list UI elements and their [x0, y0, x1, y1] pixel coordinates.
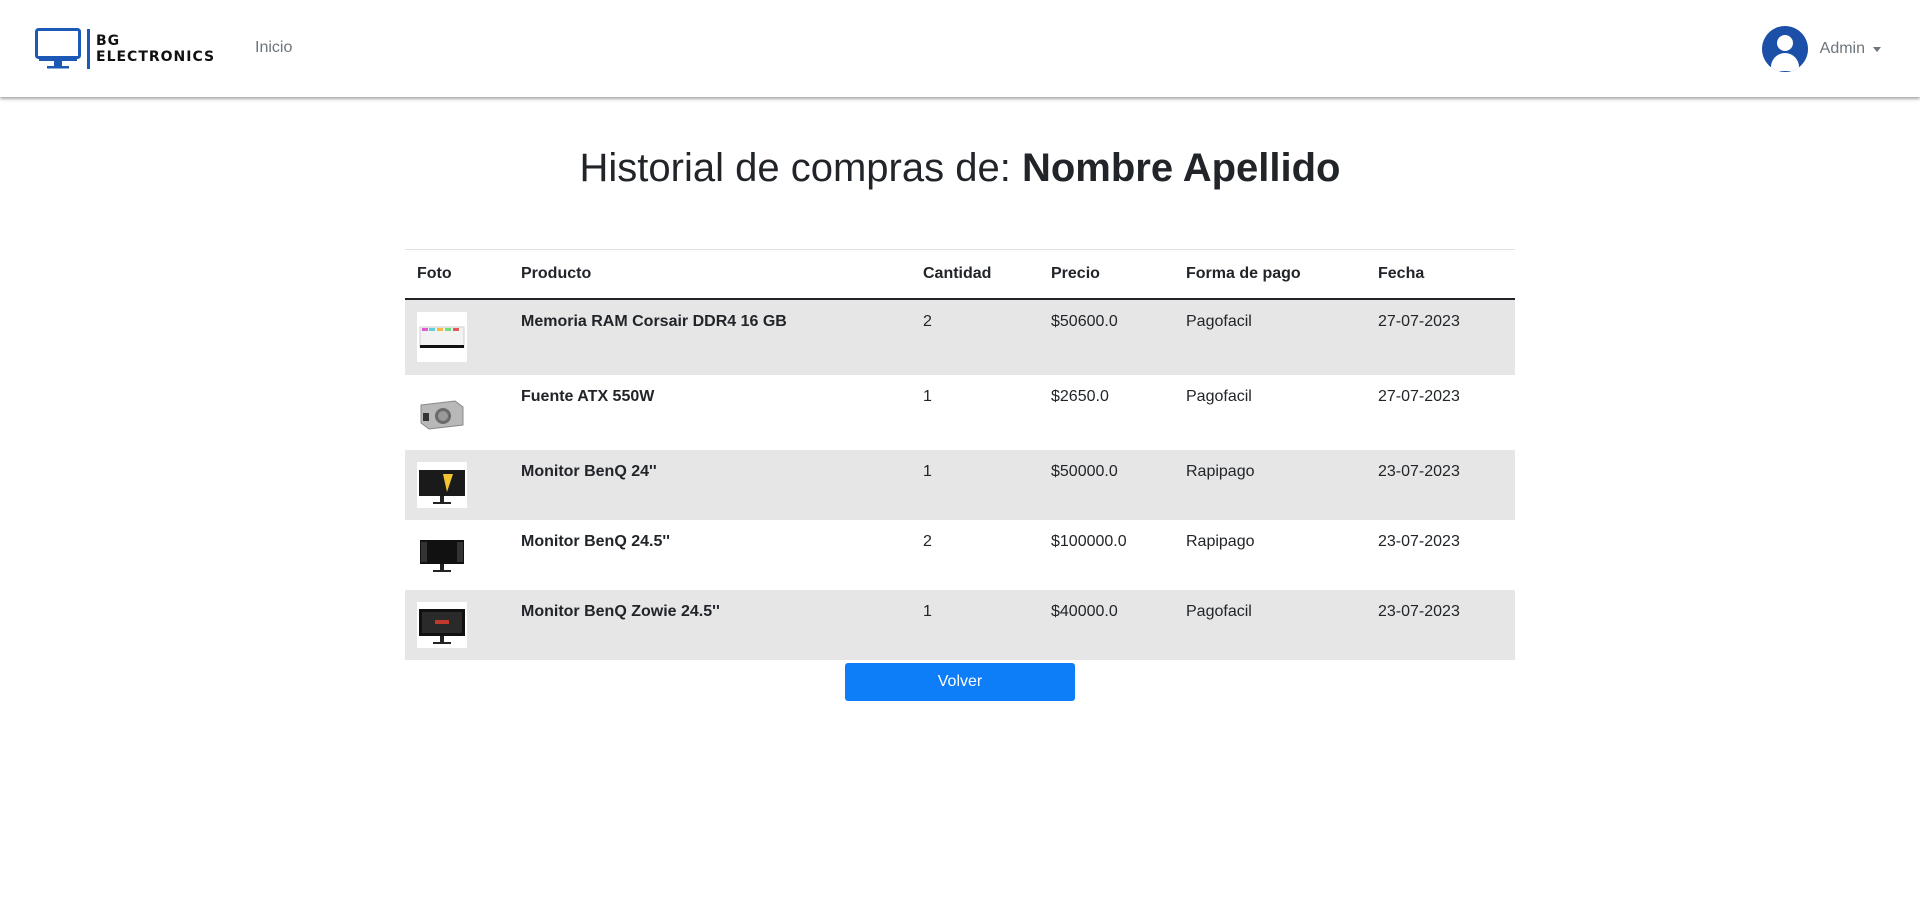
product-name: Monitor BenQ 24''	[521, 463, 657, 480]
product-name: Monitor BenQ 24.5''	[521, 533, 670, 550]
payment-method: Rapipago	[1186, 533, 1255, 550]
purchase-date: 23-07-2023	[1378, 463, 1460, 480]
purchase-date: 23-07-2023	[1378, 603, 1460, 620]
price: $2650.0	[1051, 388, 1109, 405]
payment-method: Pagofacil	[1186, 313, 1252, 330]
ram-memory-icon	[417, 312, 467, 362]
top-navbar: BG ELECTRONICS Inicio Admin	[0, 0, 1920, 97]
purchase-history-table: Foto Producto Cantidad Precio Forma de p…	[405, 249, 1515, 660]
header-foto: Foto	[405, 249, 509, 300]
user-name: Admin	[1819, 40, 1865, 57]
back-button[interactable]: Volver	[845, 663, 1075, 701]
photo-cell	[405, 450, 509, 520]
price: $50000.0	[1051, 463, 1118, 480]
monitor-icon	[417, 532, 467, 578]
table-row: Memoria RAM Corsair DDR4 16 GB 2 $50600.…	[405, 299, 1515, 375]
table-row: Monitor BenQ Zowie 24.5'' 1 $40000.0 Pag…	[405, 590, 1515, 660]
payment-method: Pagofacil	[1186, 388, 1252, 405]
quantity: 1	[923, 603, 932, 620]
table-row: Monitor BenQ 24.5'' 2 $100000.0 Rapipago…	[405, 520, 1515, 590]
quantity: 1	[923, 463, 932, 480]
quantity: 1	[923, 388, 932, 405]
brand-line-2: ELECTRONICS	[96, 49, 216, 65]
header-producto: Producto	[509, 249, 911, 300]
photo-cell	[405, 375, 509, 450]
photo-cell	[405, 520, 509, 590]
nav-link-inicio[interactable]: Inicio	[255, 39, 292, 57]
header-cantidad: Cantidad	[911, 249, 1039, 300]
monitor-icon	[417, 602, 467, 648]
header-forma-de-pago: Forma de pago	[1174, 249, 1366, 300]
table-row: Monitor BenQ 24'' 1 $50000.0 Rapipago 23…	[405, 450, 1515, 520]
brand-name: BG ELECTRONICS	[96, 33, 215, 65]
payment-method: Rapipago	[1186, 463, 1255, 480]
header-precio: Precio	[1039, 249, 1174, 300]
product-name: Memoria RAM Corsair DDR4 16 GB	[521, 313, 787, 330]
quantity: 2	[923, 313, 932, 330]
brand-divider	[87, 29, 90, 69]
price: $40000.0	[1051, 603, 1118, 620]
page-title-prefix: Historial de compras de:	[579, 146, 1011, 190]
brand-line-1: BG	[96, 33, 121, 49]
purchase-history-table-container: Foto Producto Cantidad Precio Forma de p…	[405, 249, 1515, 660]
product-name: Monitor BenQ Zowie 24.5''	[521, 603, 720, 620]
photo-cell	[405, 590, 509, 660]
monitor-logo-icon	[35, 28, 81, 69]
purchase-date: 23-07-2023	[1378, 533, 1460, 550]
quantity: 2	[923, 533, 932, 550]
user-menu-dropdown[interactable]: Admin	[1761, 26, 1881, 72]
page-title: Historial de compras de: Nombre Apellido	[0, 146, 1920, 191]
power-supply-icon	[417, 387, 467, 437]
price: $50600.0	[1051, 313, 1118, 330]
purchase-date: 27-07-2023	[1378, 388, 1460, 405]
table-row: Fuente ATX 550W 1 $2650.0 Pagofacil 27-0…	[405, 375, 1515, 450]
user-avatar-icon	[1761, 26, 1808, 72]
photo-cell	[405, 299, 509, 375]
payment-method: Pagofacil	[1186, 603, 1252, 620]
price: $100000.0	[1051, 533, 1127, 550]
purchase-date: 27-07-2023	[1378, 313, 1460, 330]
header-fecha: Fecha	[1366, 249, 1515, 300]
brand-logo[interactable]: BG ELECTRONICS	[35, 28, 215, 70]
monitor-icon	[417, 462, 467, 508]
caret-down-icon	[1873, 46, 1881, 52]
table-header-row: Foto Producto Cantidad Precio Forma de p…	[405, 249, 1515, 300]
customer-name: Nombre Apellido	[1021, 146, 1341, 190]
product-name: Fuente ATX 550W	[521, 388, 655, 405]
